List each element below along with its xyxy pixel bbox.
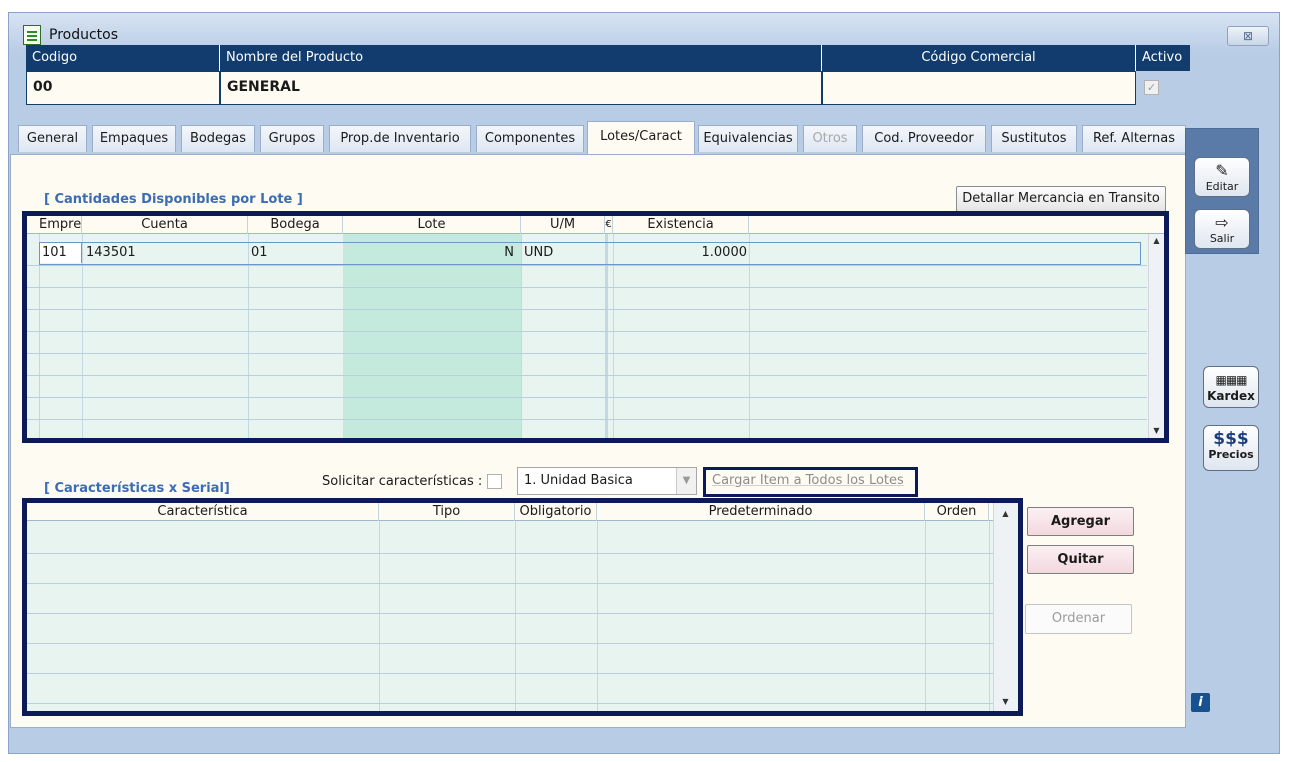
grid-row-line <box>27 353 1147 354</box>
unit-select-value: 1. Unidad Basica <box>524 473 633 488</box>
window-title: Productos <box>49 27 119 43</box>
tab-otros[interactable]: Otros <box>803 125 857 152</box>
load-all-lots-link[interactable]: Cargar Item a Todos los Lotes <box>703 467 918 497</box>
edit-button[interactable]: ✎ Editar <box>1194 157 1250 197</box>
spreadsheet-icon <box>23 25 41 45</box>
dollar-icon: $$$ <box>1213 429 1249 449</box>
header-code: Codigo <box>26 45 220 71</box>
grid-col-line <box>515 521 516 711</box>
tab-sustitutos[interactable]: Sustitutos <box>991 125 1077 152</box>
lots-section-title: [ Cantidades Disponibles por Lote ] <box>44 192 303 207</box>
prices-label: Precios <box>1208 448 1254 461</box>
tab-grupos[interactable]: Grupos <box>260 125 324 152</box>
grid-row-line <box>27 287 1147 288</box>
scroll-down-icon[interactable]: ▼ <box>1149 424 1164 438</box>
characteristics-grid: Característica Tipo Obligatorio Predeter… <box>22 498 1023 716</box>
lots-scrollbar[interactable]: ▲ ▼ <box>1148 234 1164 438</box>
grid-row-line <box>27 643 999 644</box>
col-lote[interactable]: Lote <box>343 216 521 234</box>
edit-icon: ✎ <box>1215 161 1229 180</box>
cell-lote: N <box>504 245 514 260</box>
grid-row-line <box>27 265 1147 266</box>
tab-general[interactable]: General <box>18 125 87 152</box>
add-button[interactable]: Agregar <box>1027 507 1134 536</box>
col-bodega[interactable]: Bodega <box>248 216 343 234</box>
product-name-field[interactable]: GENERAL <box>220 71 822 105</box>
col-cuenta[interactable]: Cuenta <box>82 216 248 234</box>
cell-bodega: 01 <box>251 245 268 260</box>
kardex-label: Kardex <box>1207 389 1255 403</box>
grid-row-line <box>27 673 999 674</box>
scroll-up-icon[interactable]: ▲ <box>1149 234 1164 248</box>
grid-row-line <box>27 397 1147 398</box>
edit-label: Editar <box>1205 180 1239 193</box>
tab-cod-proveedor[interactable]: Cod. Proveedor <box>862 125 986 152</box>
characteristics-section-title: [ Características x Serial] <box>44 481 230 496</box>
unit-select[interactable]: 1. Unidad Basica ▼ <box>517 467 697 495</box>
cell-cuenta: 143501 <box>86 245 136 260</box>
lots-grid-header: Empres Cuenta Bodega Lote U/M € Existenc… <box>27 216 1164 234</box>
keyboard-icon: ▦▦▦ <box>1215 373 1247 387</box>
grid-col-line <box>989 521 990 711</box>
scroll-up-icon[interactable]: ▲ <box>998 507 1013 521</box>
col-empresa[interactable]: Empres <box>39 216 82 234</box>
chevron-down-icon[interactable]: ▼ <box>676 468 696 494</box>
cell-empresa[interactable]: 101 <box>40 243 82 263</box>
active-checkbox[interactable]: ✓ <box>1144 80 1159 95</box>
grid-row-line <box>27 331 1147 332</box>
col-predeterminado[interactable]: Predeterminado <box>597 503 925 521</box>
grid-col-line <box>379 521 380 711</box>
header-commercial-code: Código Comercial <box>822 45 1136 71</box>
grid-row-line <box>27 613 999 614</box>
lots-grid: Empres Cuenta Bodega Lote U/M € Existenc… <box>22 211 1169 443</box>
kardex-button[interactable]: ▦▦▦ Kardex <box>1203 366 1259 408</box>
exit-button[interactable]: ⇨ Salir <box>1194 209 1250 249</box>
grid-row-line <box>27 583 999 584</box>
grid-col-line <box>925 521 926 711</box>
tab-ref-alternas[interactable]: Ref. Alternas <box>1082 125 1186 152</box>
tab-prop-inventario[interactable]: Prop.de Inventario <box>329 125 471 152</box>
header-name: Nombre del Producto <box>220 45 822 71</box>
code-field[interactable]: 00 <box>26 71 220 105</box>
request-characteristics-label: Solicitar características : <box>322 474 483 489</box>
cell-existencia: 1.0000 <box>701 245 748 260</box>
tab-componentes[interactable]: Componentes <box>476 125 584 152</box>
col-tipo[interactable]: Tipo <box>379 503 515 521</box>
col-existencia[interactable]: Existencia <box>613 216 749 234</box>
side-toolbar: ✎ Editar ⇨ Salir <box>1185 128 1259 254</box>
characteristics-scrollbar[interactable]: ▲ ▼ <box>993 503 1018 711</box>
tab-empaques[interactable]: Empaques <box>92 125 176 152</box>
request-characteristics-checkbox[interactable] <box>487 474 502 489</box>
header-active: Activo <box>1142 50 1183 65</box>
grid-row-line <box>27 375 1147 376</box>
col-euro[interactable]: € <box>605 216 613 234</box>
product-values-row: 00 GENERAL <box>26 71 1190 105</box>
col-um[interactable]: U/M <box>521 216 605 234</box>
grid-row-line <box>27 309 1147 310</box>
exit-door-icon: ⇨ <box>1215 213 1229 232</box>
info-icon[interactable]: i <box>1191 693 1210 712</box>
grid-col-line <box>597 521 598 711</box>
exit-label: Salir <box>1209 232 1235 245</box>
order-button[interactable]: Ordenar <box>1025 604 1132 634</box>
col-caracteristica[interactable]: Característica <box>27 503 379 521</box>
commercial-code-field[interactable] <box>822 71 1136 105</box>
transit-detail-button[interactable]: Detallar Mercancia en Transito <box>956 186 1166 212</box>
characteristics-grid-header: Característica Tipo Obligatorio Predeter… <box>27 503 1018 521</box>
col-orden[interactable]: Orden <box>925 503 989 521</box>
grid-row-line <box>27 553 999 554</box>
grid-row-line <box>27 419 1147 420</box>
product-header-row: Codigo Nombre del Producto Código Comerc… <box>26 45 1190 71</box>
grid-row-line <box>27 703 999 704</box>
scroll-down-icon[interactable]: ▼ <box>998 695 1013 709</box>
tab-equivalencias[interactable]: Equivalencias <box>698 125 798 152</box>
tab-lotes-caract[interactable]: Lotes/Caract <box>587 121 695 154</box>
prices-button[interactable]: $$$ Precios <box>1203 425 1259 471</box>
table-row[interactable]: 101 143501 01 N UND 1.0000 <box>39 242 1141 265</box>
remove-button[interactable]: Quitar <box>1027 545 1134 574</box>
cell-um: UND <box>524 245 554 260</box>
col-obligatorio[interactable]: Obligatorio <box>515 503 597 521</box>
close-button[interactable]: ⊠ <box>1227 26 1269 46</box>
tab-bodegas[interactable]: Bodegas <box>181 125 255 152</box>
